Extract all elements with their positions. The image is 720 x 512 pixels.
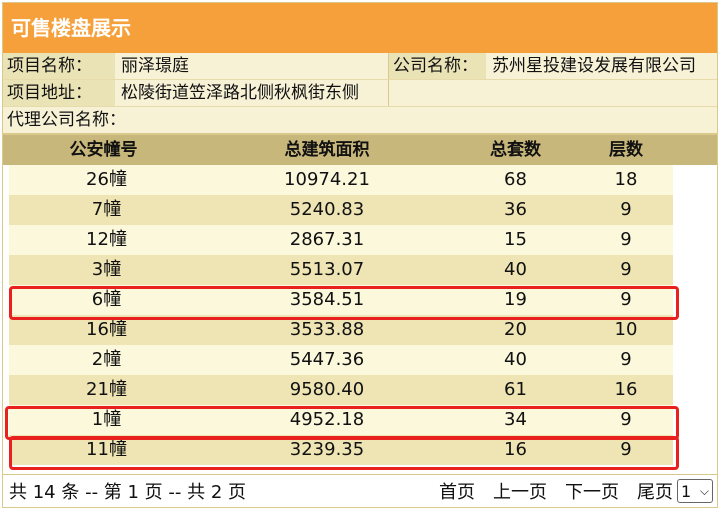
panel-title: 可售楼盘展示 bbox=[3, 3, 717, 53]
page-select-value: 1 bbox=[681, 481, 692, 501]
pagination-summary: 共 14 条 -- 第 1 页 -- 共 2 页 bbox=[9, 482, 247, 503]
prev-page-link[interactable]: 上一页 bbox=[493, 478, 547, 504]
table-body: 26幢 10974.21 68 18 7幢 5240.83 36 9 12幢 2867.31 15 9… bbox=[3, 165, 717, 465]
cell-total-units: 40 bbox=[504, 349, 527, 370]
agent-company-label: 代理公司名称： bbox=[7, 110, 126, 130]
cell-total-units: 16 bbox=[504, 439, 527, 460]
cell-building-no: 11幢 bbox=[86, 439, 127, 460]
header-floors: 层数 bbox=[609, 140, 643, 160]
cell-floors: 10 bbox=[614, 319, 638, 340]
cell-total-area: 5513.07 bbox=[289, 259, 365, 280]
info-row-name: 项目名称： 丽泽璟庭 公司名称： 苏州星投建设发展有限公司 bbox=[3, 53, 717, 79]
cell-total-units: 61 bbox=[504, 379, 527, 400]
cell-total-area: 5447.36 bbox=[289, 349, 365, 370]
info-row-address: 项目地址： 松陵街道笠泽路北侧秋枫街东侧 bbox=[3, 79, 717, 106]
cell-total-units: 20 bbox=[504, 319, 527, 340]
empty-cell bbox=[388, 80, 486, 106]
cell-floors: 9 bbox=[620, 439, 632, 460]
cell-building-no: 16幢 bbox=[86, 319, 127, 340]
cell-total-area: 4952.18 bbox=[289, 409, 365, 430]
table-row: 2幢 5447.36 40 9 bbox=[9, 345, 673, 375]
cell-total-area: 10974.21 bbox=[284, 169, 370, 190]
header-total-units: 总套数 bbox=[490, 140, 541, 160]
table-row: 1幢 4952.18 34 9 bbox=[9, 405, 673, 435]
cell-building-no: 26幢 bbox=[86, 169, 127, 190]
cell-floors: 9 bbox=[620, 409, 632, 430]
cell-floors: 18 bbox=[614, 169, 638, 190]
cell-floors: 9 bbox=[620, 259, 632, 280]
cell-total-units: 40 bbox=[504, 259, 527, 280]
project-address-label: 项目地址： bbox=[3, 80, 115, 106]
cell-total-units: 15 bbox=[504, 229, 527, 250]
table-row: 16幢 3533.88 20 10 bbox=[9, 315, 673, 345]
cell-total-area: 3533.88 bbox=[289, 319, 365, 340]
next-page-link[interactable]: 下一页 bbox=[565, 478, 619, 504]
first-page-link[interactable]: 首页 bbox=[439, 478, 475, 504]
table-row: 12幢 2867.31 15 9 bbox=[9, 225, 673, 255]
header-building-no: 公安幢号 bbox=[69, 140, 138, 160]
project-name-label: 项目名称： bbox=[3, 53, 115, 79]
cell-floors: 9 bbox=[620, 289, 632, 310]
project-info: 项目名称： 丽泽璟庭 公司名称： 苏州星投建设发展有限公司 项目地址： 松陵街道… bbox=[3, 53, 717, 134]
cell-total-units: 36 bbox=[504, 199, 527, 220]
table-row: 7幢 5240.83 36 9 bbox=[9, 195, 673, 225]
cell-total-area: 9580.40 bbox=[289, 379, 365, 400]
cell-total-units: 19 bbox=[504, 289, 527, 310]
cell-floors: 9 bbox=[620, 229, 632, 250]
table-row: 26幢 10974.21 68 18 bbox=[9, 165, 673, 195]
table-row: 6幢 3584.51 19 9 bbox=[9, 285, 673, 315]
chevron-down-icon: ⌵ bbox=[699, 483, 709, 498]
cell-building-no: 21幢 bbox=[86, 379, 127, 400]
cell-building-no: 7幢 bbox=[91, 199, 122, 220]
page-select[interactable]: 1 ⌵ bbox=[677, 479, 713, 503]
cell-total-area: 2867.31 bbox=[289, 229, 365, 250]
cell-building-no: 3幢 bbox=[91, 259, 122, 280]
cell-total-units: 68 bbox=[504, 169, 527, 190]
cell-total-units: 34 bbox=[504, 409, 527, 430]
cell-building-no: 1幢 bbox=[91, 409, 122, 430]
cell-floors: 9 bbox=[620, 349, 632, 370]
project-address-value: 松陵街道笠泽路北侧秋枫街东侧 bbox=[115, 80, 388, 106]
table-row: 11幢 3239.35 16 9 bbox=[9, 435, 673, 465]
header-total-area: 总建筑面积 bbox=[284, 140, 370, 160]
cell-building-no: 12幢 bbox=[86, 229, 127, 250]
pager-controls: 首页 上一页 下一页 尾页 1 ⌵ bbox=[439, 478, 717, 504]
table-row: 3幢 5513.07 40 9 bbox=[9, 255, 673, 285]
table-header: 公安幢号 总建筑面积 总套数 层数 bbox=[3, 134, 717, 165]
cell-building-no: 2幢 bbox=[91, 349, 122, 370]
cell-total-area: 5240.83 bbox=[289, 199, 365, 220]
last-page-link[interactable]: 尾页 bbox=[637, 478, 673, 504]
table-row: 21幢 9580.40 61 16 bbox=[9, 375, 673, 405]
cell-total-area: 3584.51 bbox=[289, 289, 365, 310]
cell-floors: 16 bbox=[614, 379, 638, 400]
cell-total-area: 3239.35 bbox=[289, 439, 365, 460]
pagination-bar: 共 14 条 -- 第 1 页 -- 共 2 页 首页 上一页 下一页 尾页 1… bbox=[3, 474, 717, 507]
info-row-agent: 代理公司名称： bbox=[3, 106, 717, 133]
empty-cell bbox=[486, 80, 717, 106]
building-table: 公安幢号 总建筑面积 总套数 层数 26幢 10974.21 68 18 7幢 5240.… bbox=[3, 134, 717, 470]
company-name-value: 苏州星投建设发展有限公司 bbox=[486, 53, 717, 79]
project-name-value: 丽泽璟庭 bbox=[115, 53, 388, 79]
company-name-label: 公司名称： bbox=[388, 53, 486, 79]
cell-floors: 9 bbox=[620, 199, 632, 220]
listing-panel: 可售楼盘展示 项目名称： 丽泽璟庭 公司名称： 苏州星投建设发展有限公司 项目地… bbox=[2, 2, 718, 508]
cell-building-no: 6幢 bbox=[91, 289, 122, 310]
